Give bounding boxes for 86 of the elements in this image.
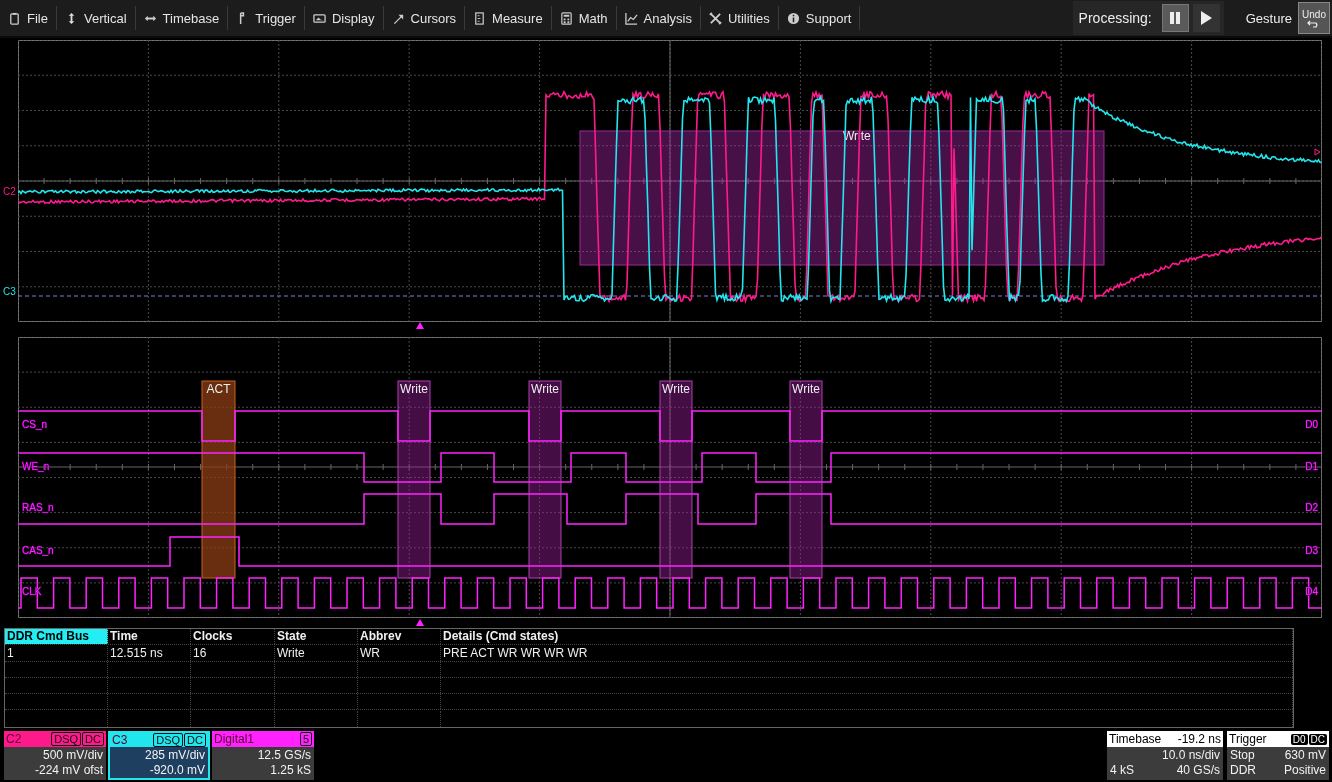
menu-item[interactable]: Display	[304, 5, 383, 31]
menu-item[interactable]: Timebase	[135, 5, 228, 31]
menu-item[interactable]: File	[0, 5, 56, 31]
table-cell: 16	[191, 645, 275, 661]
channel-label: C2	[3, 186, 16, 197]
timebase-offset: -19.2 ns	[1177, 732, 1221, 746]
trigger-position-marker-icon	[415, 321, 425, 331]
channel-name: Digital1	[214, 732, 255, 746]
channel-label: D2	[1305, 502, 1318, 513]
trigger-label: Trigger	[1229, 732, 1267, 746]
pause-icon	[1168, 11, 1183, 25]
channel-descriptor[interactable]: Digital1 5 12.5 GS/s 1.25 kS	[212, 731, 314, 780]
table-cell: 1	[5, 645, 108, 661]
signal-label: CS_n	[22, 419, 47, 430]
menu-item[interactable]: Utilities	[700, 5, 778, 31]
descriptor-value: Stop	[1230, 748, 1255, 763]
table-cell: PRE ACT WR WR WR WR	[441, 645, 1293, 661]
coupling-badge: 5	[299, 732, 312, 746]
descriptor-value: 4 kS	[1110, 763, 1134, 778]
descriptor-value: 40 GS/s	[1176, 763, 1220, 778]
trigger-badge: DC	[1308, 733, 1327, 745]
channel-label: D3	[1305, 545, 1318, 556]
channel-label: C3	[3, 286, 16, 297]
trigger-level-marker-icon	[1314, 148, 1321, 156]
menu-item[interactable]: Vertical	[56, 5, 135, 31]
pause-button[interactable]	[1161, 4, 1189, 32]
menu-item[interactable]: Trigger	[228, 5, 304, 31]
decode-marker: ACT	[201, 380, 236, 579]
menu-item[interactable]: Analysis	[616, 5, 700, 31]
play-icon	[1199, 11, 1214, 25]
column-header: DDR Cmd Bus	[5, 629, 108, 645]
timebase-label: Timebase	[1109, 732, 1162, 746]
table-cell: WR	[358, 645, 441, 661]
clipboard-icon	[8, 11, 21, 25]
menu-item[interactable]: Math	[551, 5, 616, 31]
decode-marker: Write	[397, 380, 431, 579]
undo-button[interactable]: Undo	[1298, 2, 1330, 34]
signal-label: RAS_n	[22, 502, 54, 513]
descriptor-value: 12.5 GS/s	[256, 748, 311, 763]
menu-item[interactable]: Support	[778, 5, 860, 31]
table-cell: Write	[275, 645, 358, 661]
channel-descriptor[interactable]: C2 DSQ DC 500 mV/div -224 mV ofst	[4, 731, 106, 780]
ruler-icon	[473, 11, 487, 25]
play-button[interactable]	[1192, 4, 1220, 32]
channel-label: D1	[1305, 461, 1318, 472]
column-header: Clocks	[191, 629, 275, 645]
trigger-badge: D0	[1290, 733, 1308, 745]
info-icon	[786, 11, 800, 25]
gesture-label: Gesture	[1245, 10, 1292, 26]
descriptor-value: 10.0 ns/div	[1161, 748, 1220, 763]
descriptor-value: Positive	[1283, 763, 1326, 778]
calculator-icon	[559, 11, 573, 25]
column-header: Abbrev	[358, 629, 441, 645]
coupling-badge: DC	[184, 733, 206, 747]
signal-label: WE_n	[22, 461, 50, 472]
timebase-descriptor[interactable]: Timebase -19.2 ns 10.0 ns/div 4 kS 40 GS/s	[1107, 731, 1223, 780]
descriptor-value: 500 mV/div	[41, 748, 103, 763]
descriptor-value: 1.25 kS	[269, 763, 311, 778]
column-header: Details (Cmd states)	[441, 629, 1293, 645]
descriptor-value: -224 mV ofst	[33, 763, 103, 778]
decode-marker: Write	[528, 380, 562, 579]
descriptor-value: DDR	[1230, 763, 1256, 778]
table-cell: 12.515 ns	[108, 645, 191, 661]
coupling-badge: DSQ	[51, 732, 82, 746]
channel-name: C2	[6, 732, 22, 746]
processing-label: Processing:	[1078, 10, 1152, 26]
menu-item[interactable]: Cursors	[383, 5, 465, 31]
trigger-position-marker-icon	[415, 618, 425, 628]
signal-label: CAS_n	[22, 545, 54, 556]
trigger-descriptor[interactable]: Trigger D0 DC Stop 630 mV DDR Positive	[1227, 731, 1329, 780]
coupling-badge: DSQ	[153, 733, 184, 747]
display-icon	[312, 11, 326, 25]
column-header: State	[275, 629, 358, 645]
column-header: Time	[108, 629, 191, 645]
descriptor-value: 285 mV/div	[143, 748, 205, 763]
decode-marker: Write	[789, 380, 823, 579]
channel-label: D0	[1305, 419, 1318, 430]
menu-item[interactable]: Measure	[465, 5, 551, 31]
channel-name: C3	[112, 733, 128, 747]
channel-descriptor[interactable]: C3 DSQ DC 285 mV/div -920.0 mV	[108, 731, 210, 780]
coupling-badge: DC	[82, 732, 104, 746]
decode-marker: Write	[659, 380, 693, 579]
tools-icon	[708, 11, 722, 25]
descriptor-value: -920.0 mV	[148, 763, 205, 778]
descriptor-value: 630 mV	[1284, 748, 1326, 763]
chart-icon	[624, 11, 638, 25]
